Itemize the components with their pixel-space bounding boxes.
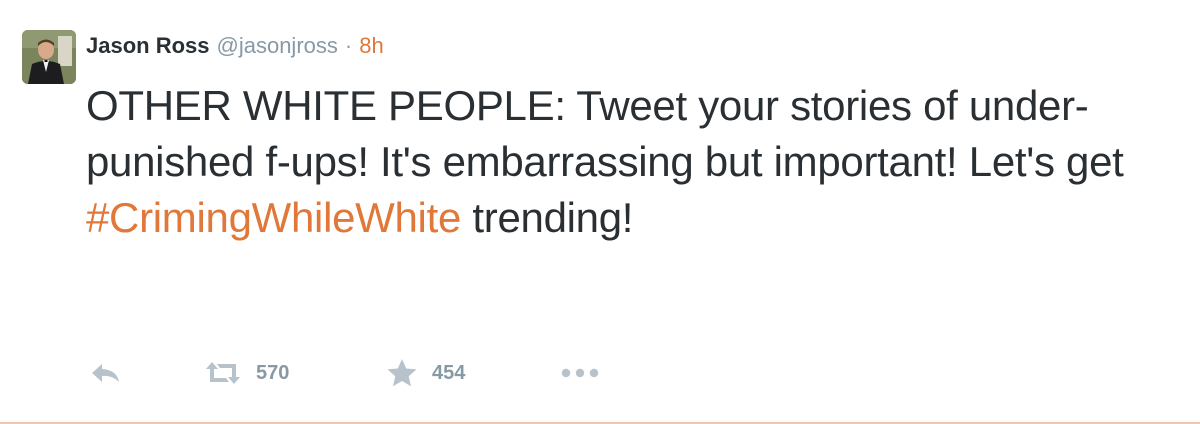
more-button[interactable] — [560, 356, 600, 390]
author-name[interactable]: Jason Ross — [86, 33, 210, 59]
tweet-text-start: OTHER WHITE PEOPLE: Tweet your stories o… — [86, 82, 1124, 185]
reply-icon — [92, 364, 119, 382]
hashtag-link[interactable]: #CrimingWhileWhite — [86, 194, 461, 241]
retweet-count: 570 — [256, 361, 290, 384]
favorite-count: 454 — [432, 361, 466, 384]
more-icon — [561, 368, 599, 378]
tweet-header: Jason Ross @jasonjross · 8h — [86, 33, 384, 63]
tweet-text-end: trending! — [461, 194, 634, 241]
tweet: Jason Ross @jasonjross · 8h OTHER WHITE … — [0, 0, 1200, 424]
retweet-icon — [206, 362, 240, 384]
separator-dot: · — [344, 33, 353, 58]
favorite-icon — [387, 359, 417, 387]
tweet-text: OTHER WHITE PEOPLE: Tweet your stories o… — [86, 78, 1186, 246]
avatar-image — [22, 30, 76, 84]
reply-button[interactable] — [90, 356, 122, 390]
avatar[interactable] — [22, 30, 76, 84]
tweet-timestamp[interactable]: 8h — [359, 33, 383, 59]
favorite-button[interactable]: 454 — [386, 356, 465, 390]
retweet-button[interactable]: 570 — [204, 356, 289, 390]
tweet-actions: 570 454 — [86, 356, 786, 390]
author-handle[interactable]: @jasonjross — [217, 33, 338, 59]
